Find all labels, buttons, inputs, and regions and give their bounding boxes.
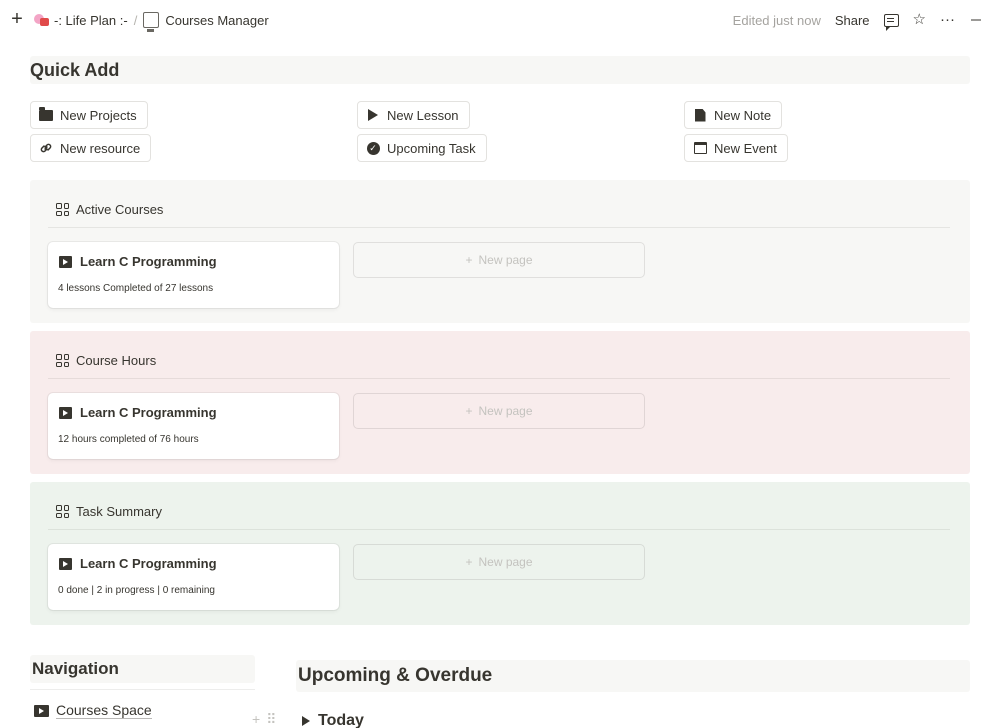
breadcrumb-label: Courses Manager xyxy=(165,12,269,28)
add-page-plus-icon[interactable]: + xyxy=(8,8,26,30)
card-progress-text: 0 done | 2 in progress | 0 remaining xyxy=(58,585,215,596)
folder-icon xyxy=(39,106,53,122)
top-bar: + -: Life Plan :- / Courses Manager Edit… xyxy=(0,0,1005,40)
breadcrumb-separator: / xyxy=(133,12,138,28)
link-icon xyxy=(39,141,53,155)
divider xyxy=(48,227,950,228)
plus-icon: + xyxy=(465,555,473,569)
screen-play-icon xyxy=(34,704,49,717)
drag-handle-icon[interactable]: ⠿ xyxy=(266,711,276,728)
card-title: Learn C Programming xyxy=(59,556,217,571)
card-title: Learn C Programming xyxy=(59,254,217,269)
top-bar-actions: Edited just now Share ☆ ··· xyxy=(733,9,955,31)
gallery-title: Active Courses xyxy=(76,202,164,217)
breadcrumb-item-courses-manager[interactable]: Courses Manager xyxy=(143,12,269,32)
computer-emoji-icon xyxy=(143,12,160,32)
check-circle-icon: ✓ xyxy=(366,141,380,155)
upcoming-task-button[interactable]: ✓ Upcoming Task xyxy=(357,134,487,162)
breadcrumb: -: Life Plan :- / Courses Manager xyxy=(32,9,269,32)
upcoming-title: Upcoming & Overdue xyxy=(298,665,493,686)
gallery-view-tab[interactable]: Course Hours xyxy=(56,353,156,368)
minimize-icon[interactable] xyxy=(971,19,981,21)
quick-add-title: Quick Add xyxy=(30,60,120,80)
life-plan-emoji-icon xyxy=(32,11,50,29)
divider xyxy=(48,529,950,530)
edited-status: Edited just now xyxy=(732,12,821,28)
clapperboard-icon xyxy=(59,406,72,419)
breadcrumb-item-life-plan[interactable]: -: Life Plan :- xyxy=(32,11,128,29)
plus-icon: + xyxy=(465,404,473,418)
plus-icon: + xyxy=(465,253,473,267)
gallery-view-tab[interactable]: Task Summary xyxy=(56,504,162,519)
clapperboard-icon xyxy=(59,255,72,268)
clapperboard-icon xyxy=(59,557,72,570)
active-courses-gallery: Active Courses Learn C Programming 4 les… xyxy=(30,180,970,323)
course-hours-gallery: Course Hours Learn C Programming 12 hour… xyxy=(30,331,970,474)
button-label: New Note xyxy=(714,107,772,123)
gallery-title: Course Hours xyxy=(76,353,157,368)
course-card[interactable]: Learn C Programming 4 lessons Completed … xyxy=(48,242,339,308)
new-page-label: New page xyxy=(478,253,533,267)
new-page-label: New page xyxy=(478,555,533,569)
notion-page: + -: Life Plan :- / Courses Manager Edit… xyxy=(0,0,1005,728)
course-card[interactable]: Learn C Programming 0 done | 2 in progre… xyxy=(48,544,339,610)
quick-add-header: Quick Add xyxy=(30,56,970,84)
gallery-grid-icon xyxy=(56,505,69,518)
nav-link-label: Courses Space xyxy=(56,702,152,719)
upcoming-header: Upcoming & Overdue xyxy=(296,660,970,692)
button-label: New resource xyxy=(60,140,141,156)
navigation-title: Navigation xyxy=(32,659,119,678)
task-summary-gallery: Task Summary Learn C Programming 0 done … xyxy=(30,482,970,625)
star-icon[interactable]: ☆ xyxy=(913,9,926,31)
button-label: New Projects xyxy=(60,107,137,123)
today-label: Today xyxy=(318,712,364,728)
card-progress-text: 12 hours completed of 76 hours xyxy=(58,434,199,445)
new-note-button[interactable]: New Note xyxy=(684,101,783,129)
new-resource-button[interactable]: New resource xyxy=(30,134,152,162)
new-page-label: New page xyxy=(478,404,533,418)
divider xyxy=(30,689,255,690)
new-page-button[interactable]: + New page xyxy=(353,544,645,580)
button-label: Upcoming Task xyxy=(387,140,476,156)
new-event-button[interactable]: New Event xyxy=(684,134,788,162)
gallery-title: Task Summary xyxy=(76,504,162,519)
more-options-icon[interactable]: ··· xyxy=(940,9,955,31)
new-page-button[interactable]: + New page xyxy=(353,393,645,429)
button-label: New Event xyxy=(714,140,777,156)
navigation-header: Navigation xyxy=(30,655,255,683)
button-label: New Lesson xyxy=(387,107,459,123)
new-projects-button[interactable]: New Projects xyxy=(30,101,148,129)
share-button[interactable]: Share xyxy=(835,13,870,28)
gallery-view-tab[interactable]: Active Courses xyxy=(56,202,163,217)
today-toggle[interactable]: Today xyxy=(302,712,364,728)
play-icon xyxy=(366,108,380,122)
new-page-button[interactable]: + New page xyxy=(353,242,645,278)
document-icon xyxy=(693,108,707,122)
comment-icon[interactable] xyxy=(883,13,899,31)
course-card[interactable]: Learn C Programming 12 hours completed o… xyxy=(48,393,339,459)
divider xyxy=(48,378,950,379)
calendar-icon xyxy=(693,141,707,155)
card-title: Learn C Programming xyxy=(59,405,217,420)
card-progress-text: 4 lessons Completed of 27 lessons xyxy=(58,283,214,294)
gallery-grid-icon xyxy=(56,354,69,367)
card-title-text: Learn C Programming xyxy=(80,254,217,269)
new-lesson-button[interactable]: New Lesson xyxy=(357,101,470,129)
breadcrumb-label: -: Life Plan :- xyxy=(54,12,128,28)
gallery-grid-icon xyxy=(56,203,69,216)
courses-space-link[interactable]: Courses Space xyxy=(34,702,152,719)
add-block-plus-icon[interactable]: + xyxy=(252,711,260,728)
card-title-text: Learn C Programming xyxy=(80,556,217,571)
toggle-triangle-icon[interactable] xyxy=(302,716,310,726)
card-title-text: Learn C Programming xyxy=(80,405,217,420)
block-handles: + ⠿ xyxy=(252,711,276,728)
